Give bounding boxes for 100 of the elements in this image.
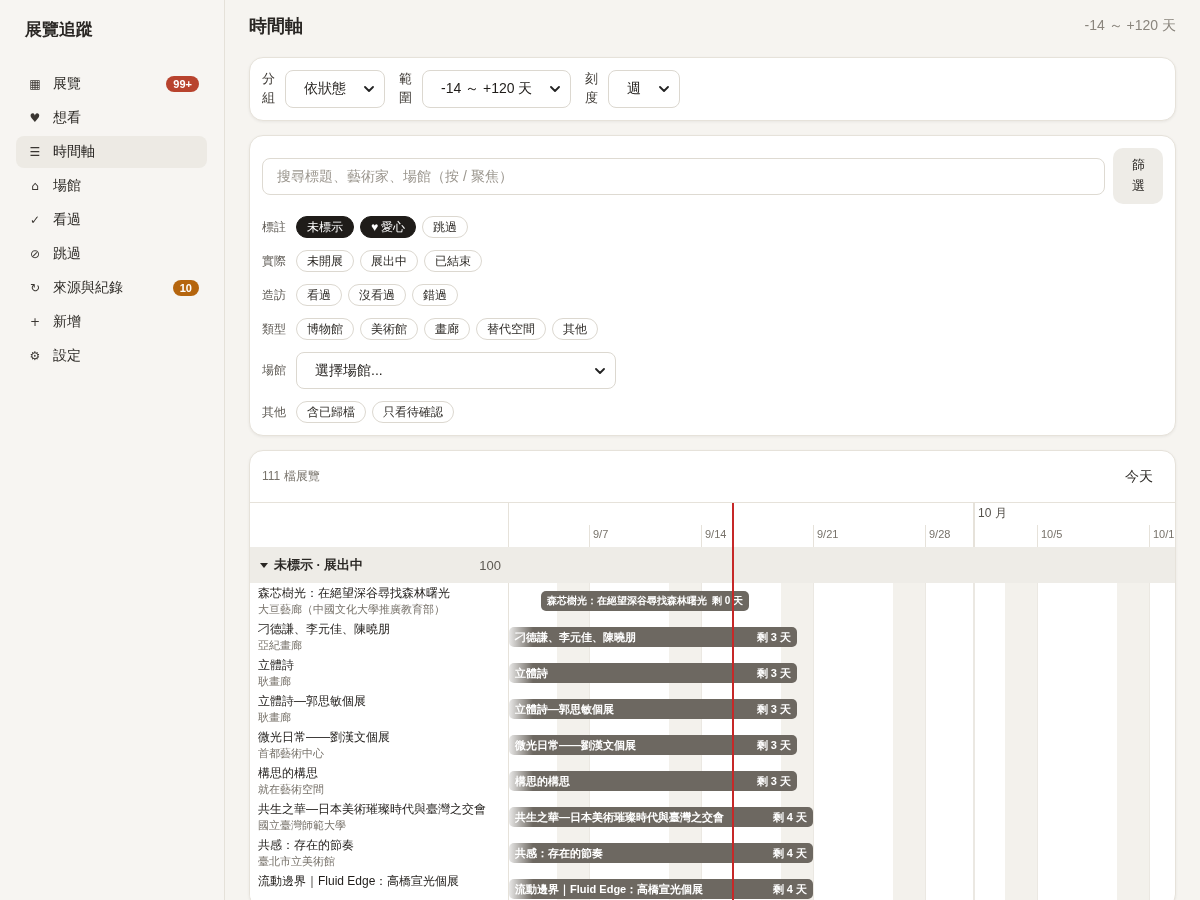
nav-item[interactable]: ▦ 展覽 99+ [16,68,207,100]
today-button[interactable]: 今天 [1115,461,1163,492]
check-icon: ✓ [28,213,42,227]
exhibition-title: 微光日常——劉漢文個展 [258,729,391,746]
venue-name: 臺北市立美術館 [258,854,336,869]
exhibition-title: 刁德謙、李元佳、陳曉朋 [258,621,391,638]
refresh-icon: ↻ [28,281,42,295]
exhibition-bar[interactable]: 共生之華—日本美術璀璨時代與臺灣之交會 剩 4 天 [509,807,813,827]
filter-label: 其他 [262,403,286,421]
filter-label: 場館 [262,362,286,379]
control-label: 分組 [262,70,275,107]
week-label: 9/14 [705,527,727,542]
bar-title: 刁德謙、李元佳、陳曉朋 [515,629,636,645]
filter-label: 類型 [262,320,286,338]
venue-name: 亞紀畫廊 [258,638,303,653]
search-field[interactable]: 搜尋標題、藝術家、場館（按 / 聚焦） [262,157,1105,195]
days-left: 剩 4 天 [772,845,807,861]
exhibition-title: 共感：存在的節奏 [258,837,355,854]
bar-title: 流動邊界｜Fluid Edge：高橋宣光個展 [515,881,704,897]
app-title: 展覽追蹤 [25,19,94,41]
venue-name: 大亘藝廊（中國文化大學推廣教育部） [258,602,446,617]
chevron-down-icon [659,86,670,92]
filter-chip[interactable]: 看過 [296,284,342,306]
exhibition-bar[interactable]: 立體詩 剩 3 天 [509,663,797,683]
exhibition-bar[interactable]: 森芯樹光：在絕望深谷尋找森林曙光 剩 0 天 [541,591,749,611]
nav-item[interactable]: ⚙ 設定 [16,340,207,372]
filter-chip[interactable]: 含已歸檔 [296,401,366,423]
count-badge: 99+ [166,76,199,92]
venue-name: 耿畫廊 [258,710,292,725]
week-label: 9/21 [817,527,839,542]
exhibition-bar[interactable]: 刁德謙、李元佳、陳曉朋 剩 3 天 [509,627,797,647]
days-left: 剩 3 天 [756,701,791,717]
exhibition-bar[interactable]: 構思的構思 剩 3 天 [509,771,797,791]
venue-name: 耿畫廊 [258,674,292,689]
chevron-down-icon [595,367,605,374]
bar-title: 立體詩 [515,665,548,681]
bar-title: 共感：存在的節奏 [515,845,603,861]
group-header[interactable]: 未標示 · 展出中 100 [250,547,1175,583]
menu-icon: ☰ [28,145,42,159]
venue-name: 就在藝術空間 [258,782,325,797]
filter-chip[interactable]: 畫廊 [424,318,470,340]
chevron-down-icon [364,86,374,92]
filter-label: 標註 [262,218,286,236]
filter-chip[interactable]: 沒看過 [348,284,406,306]
exhibition-title: 森芯樹光：在絕望深谷尋找森林曙光 [258,585,451,602]
prohibited-icon: ⊘ [28,247,42,261]
filter-chip[interactable]: 其他 [552,318,598,340]
dropdown[interactable]: -14 ～ +120 天 [422,70,572,108]
filter-chip[interactable]: 博物館 [296,318,354,340]
venue-name: 首都藝術中心 [258,746,325,761]
filter-chip[interactable]: 替代空間 [476,318,546,340]
nav-item[interactable]: ⌂ 場館 [16,170,207,202]
week-label: 9/7 [593,527,609,542]
nav-item[interactable]: ↻ 來源與紀錄 10 [16,272,207,304]
plus-icon: + [28,315,42,329]
bar-title: 森芯樹光：在絕望深谷尋找森林曙光 [547,594,707,608]
range-summary: -14 ～ +120 天 [1084,17,1176,35]
days-left: 剩 4 天 [772,881,807,897]
control-label: 範圍 [399,70,412,107]
nav-item[interactable]: + 新增 [16,306,207,338]
bar-title: 構思的構思 [515,773,570,789]
week-label: 10/1 [1153,527,1175,542]
grid-icon: ▦ [28,77,42,91]
filter-chip[interactable]: ♥ 愛心 [360,216,417,238]
week-label: 9/28 [929,527,951,542]
exhibition-title: 流動邊界｜Fluid Edge：高橋宣光個展 [258,873,461,890]
days-left: 剩 3 天 [756,629,791,645]
exhibition-title: 立體詩 [258,657,295,674]
dropdown[interactable]: 依狀態 [285,70,385,108]
filter-chip[interactable]: 展出中 [360,250,418,272]
filter-chip[interactable]: 錯過 [412,284,458,306]
filter-chip[interactable]: 未開展 [296,250,354,272]
nav-item[interactable]: ☰ 時間軸 [16,136,207,168]
exhibition-bar[interactable]: 立體詩—郭思敏個展 剩 3 天 [509,699,797,719]
venue-name: 國立臺灣師範大學 [258,818,347,833]
filter-chip[interactable]: 跳過 [422,216,469,238]
filter-chip[interactable]: 美術館 [360,318,418,340]
nav-item[interactable]: ♥ 想看 [16,102,207,134]
nav-item[interactable]: ✓ 看過 [16,204,207,236]
filter-label: 實際 [262,252,286,270]
filter-chip[interactable]: 已結束 [424,250,482,272]
days-left: 剩 3 天 [756,665,791,681]
heart-icon: ♥ [28,111,42,125]
filter-chip[interactable]: 未標示 [296,216,354,238]
house-icon: ⌂ [28,179,42,193]
nav-item[interactable]: ⊘ 跳過 [16,238,207,270]
page-title: 時間軸 [249,15,303,38]
days-left: 剩 3 天 [756,773,791,789]
gear-icon: ⚙ [28,349,42,363]
exhibition-bar[interactable]: 流動邊界｜Fluid Edge：高橋宣光個展 剩 4 天 [509,879,813,899]
exhibition-count: 111 檔展覽 [262,468,320,485]
exhibition-title: 共生之華—日本美術璀璨時代與臺灣之交會 [258,801,487,818]
dropdown[interactable]: 週 [608,70,681,108]
venue-dropdown[interactable]: 選擇場館... [296,352,616,389]
filter-chip[interactable]: 只看待確認 [372,401,454,423]
group-title: 未標示 · 展出中 [274,556,364,574]
filter-button[interactable]: 篩選 [1113,148,1163,204]
chevron-down-icon [550,86,561,92]
exhibition-bar[interactable]: 微光日常——劉漢文個展 剩 3 天 [509,735,797,755]
exhibition-bar[interactable]: 共感：存在的節奏 剩 4 天 [509,843,813,863]
